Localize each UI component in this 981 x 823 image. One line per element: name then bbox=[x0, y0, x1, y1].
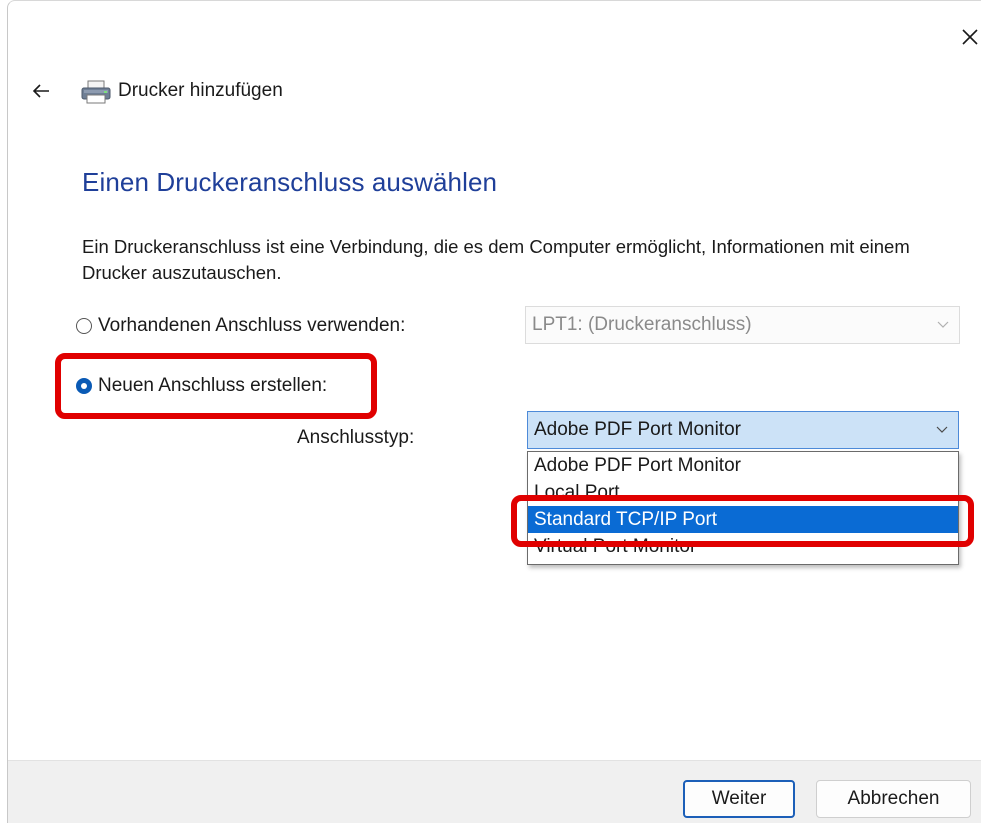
chevron-down-icon bbox=[936, 426, 948, 433]
printer-icon bbox=[81, 80, 111, 104]
new-port-radio[interactable]: Neuen Anschluss erstellen: bbox=[76, 375, 327, 397]
close-icon bbox=[962, 29, 978, 45]
radio-checked-icon bbox=[76, 378, 92, 394]
back-button[interactable] bbox=[28, 79, 54, 103]
existing-port-radio[interactable]: Vorhandenen Anschluss verwenden: bbox=[76, 315, 405, 337]
page-heading: Einen Druckeranschluss auswählen bbox=[82, 167, 498, 197]
dialog-footer: Weiter Abbrechen bbox=[8, 760, 981, 823]
radio-unchecked-icon bbox=[76, 318, 92, 334]
port-type-label: Anschlusstyp: bbox=[297, 427, 415, 448]
new-port-label: Neuen Anschluss erstellen: bbox=[98, 375, 328, 396]
chevron-down-icon bbox=[937, 321, 949, 328]
port-type-value: Adobe PDF Port Monitor bbox=[534, 419, 741, 440]
existing-port-select: LPT1: (Druckeranschluss) bbox=[525, 306, 960, 344]
dropdown-item-standard-tcpip[interactable]: Standard TCP/IP Port bbox=[528, 506, 958, 533]
port-type-dropdown-list: Adobe PDF Port Monitor Local Port Standa… bbox=[527, 451, 959, 565]
page-description: Ein Druckeranschluss ist eine Verbindung… bbox=[82, 236, 910, 283]
add-printer-dialog: Drucker hinzufügen Einen Druckeranschlus… bbox=[7, 0, 981, 823]
dropdown-item-virtual-port[interactable]: Virtual Port Monitor bbox=[528, 533, 958, 560]
dropdown-item-local-port[interactable]: Local Port bbox=[528, 479, 958, 506]
existing-port-label: Vorhandenen Anschluss verwenden: bbox=[98, 315, 406, 336]
next-button[interactable]: Weiter bbox=[683, 780, 795, 818]
close-button[interactable] bbox=[956, 23, 981, 51]
port-type-select[interactable]: Adobe PDF Port Monitor bbox=[527, 411, 959, 449]
arrow-left-icon bbox=[32, 84, 49, 98]
existing-port-value: LPT1: (Druckeranschluss) bbox=[532, 314, 752, 335]
dropdown-item-adobe-pdf[interactable]: Adobe PDF Port Monitor bbox=[528, 452, 958, 479]
cancel-button[interactable]: Abbrechen bbox=[816, 780, 971, 818]
window-title: Drucker hinzufügen bbox=[118, 80, 283, 101]
